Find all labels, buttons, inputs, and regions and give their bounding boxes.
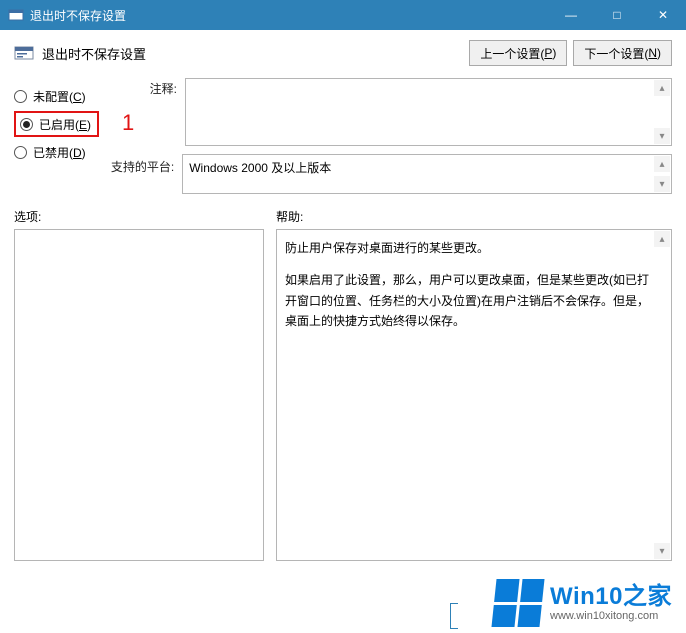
supported-platform-box: Windows 2000 及以上版本 ▴ ▾: [182, 154, 672, 194]
radio-icon: [14, 90, 27, 103]
previous-setting-button[interactable]: 上一个设置(P): [469, 40, 567, 66]
watermark-brand: Win10之家: [550, 584, 672, 610]
options-label: 选项:: [14, 208, 264, 225]
comment-textarea[interactable]: ▴ ▾: [185, 78, 672, 146]
policy-icon: [14, 43, 34, 63]
scroll-up-icon[interactable]: ▴: [654, 80, 670, 96]
help-paragraph: 防止用户保存对桌面进行的某些更改。: [285, 238, 653, 258]
title-bar: 退出时不保存设置 — □ ✕: [0, 0, 686, 30]
comment-label: 注释:: [142, 78, 185, 97]
radio-icon: [20, 118, 33, 131]
truncated-button-edge: [450, 603, 458, 629]
radio-icon: [14, 146, 27, 159]
help-label: 帮助:: [276, 208, 672, 225]
scroll-down-icon[interactable]: ▾: [654, 128, 670, 144]
annotation-marker: 1: [122, 110, 134, 136]
radio-not-configured[interactable]: 未配置(C): [14, 82, 134, 110]
supported-platform-value: Windows 2000 及以上版本: [189, 159, 331, 176]
supported-platform-label: 支持的平台:: [108, 154, 182, 175]
scroll-down-icon[interactable]: ▾: [654, 543, 670, 559]
watermark: Win10之家 www.win10xitong.com: [494, 579, 672, 627]
scroll-up-icon[interactable]: ▴: [654, 156, 670, 172]
page-title: 退出时不保存设置: [42, 44, 463, 63]
close-button[interactable]: ✕: [640, 0, 686, 30]
window-title: 退出时不保存设置: [30, 7, 548, 24]
watermark-url: www.win10xitong.com: [550, 610, 672, 622]
app-icon: [8, 7, 24, 23]
next-setting-button[interactable]: 下一个设置(N): [573, 40, 672, 66]
annotation-highlight: 已启用(E): [14, 111, 99, 137]
scroll-up-icon[interactable]: ▴: [654, 231, 670, 247]
header-row: 退出时不保存设置 上一个设置(P) 下一个设置(N): [14, 40, 672, 66]
minimize-button[interactable]: —: [548, 0, 594, 30]
maximize-button[interactable]: □: [594, 0, 640, 30]
help-panel: 防止用户保存对桌面进行的某些更改。 如果启用了此设置，那么，用户可以更改桌面，但…: [276, 229, 672, 561]
options-panel: [14, 229, 264, 561]
windows-logo-icon: [492, 579, 545, 627]
help-paragraph: 如果启用了此设置，那么，用户可以更改桌面，但是某些更改(如已打开窗口的位置、任务…: [285, 270, 653, 331]
scroll-down-icon[interactable]: ▾: [654, 176, 670, 192]
radio-enabled[interactable]: 已启用(E): [20, 114, 93, 135]
